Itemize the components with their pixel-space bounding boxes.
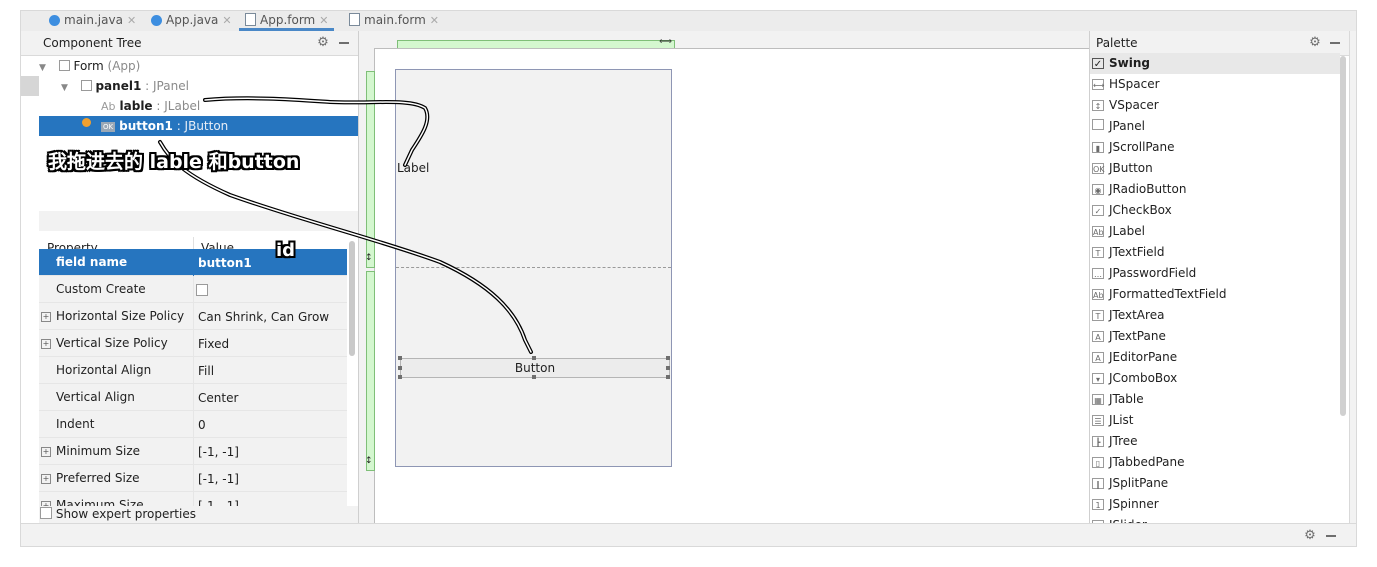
annotation-id-note: id xyxy=(276,240,296,261)
annotation-arrows xyxy=(158,96,533,354)
annotation-drag-note: 我拖进去的 lable 和button xyxy=(48,151,300,173)
